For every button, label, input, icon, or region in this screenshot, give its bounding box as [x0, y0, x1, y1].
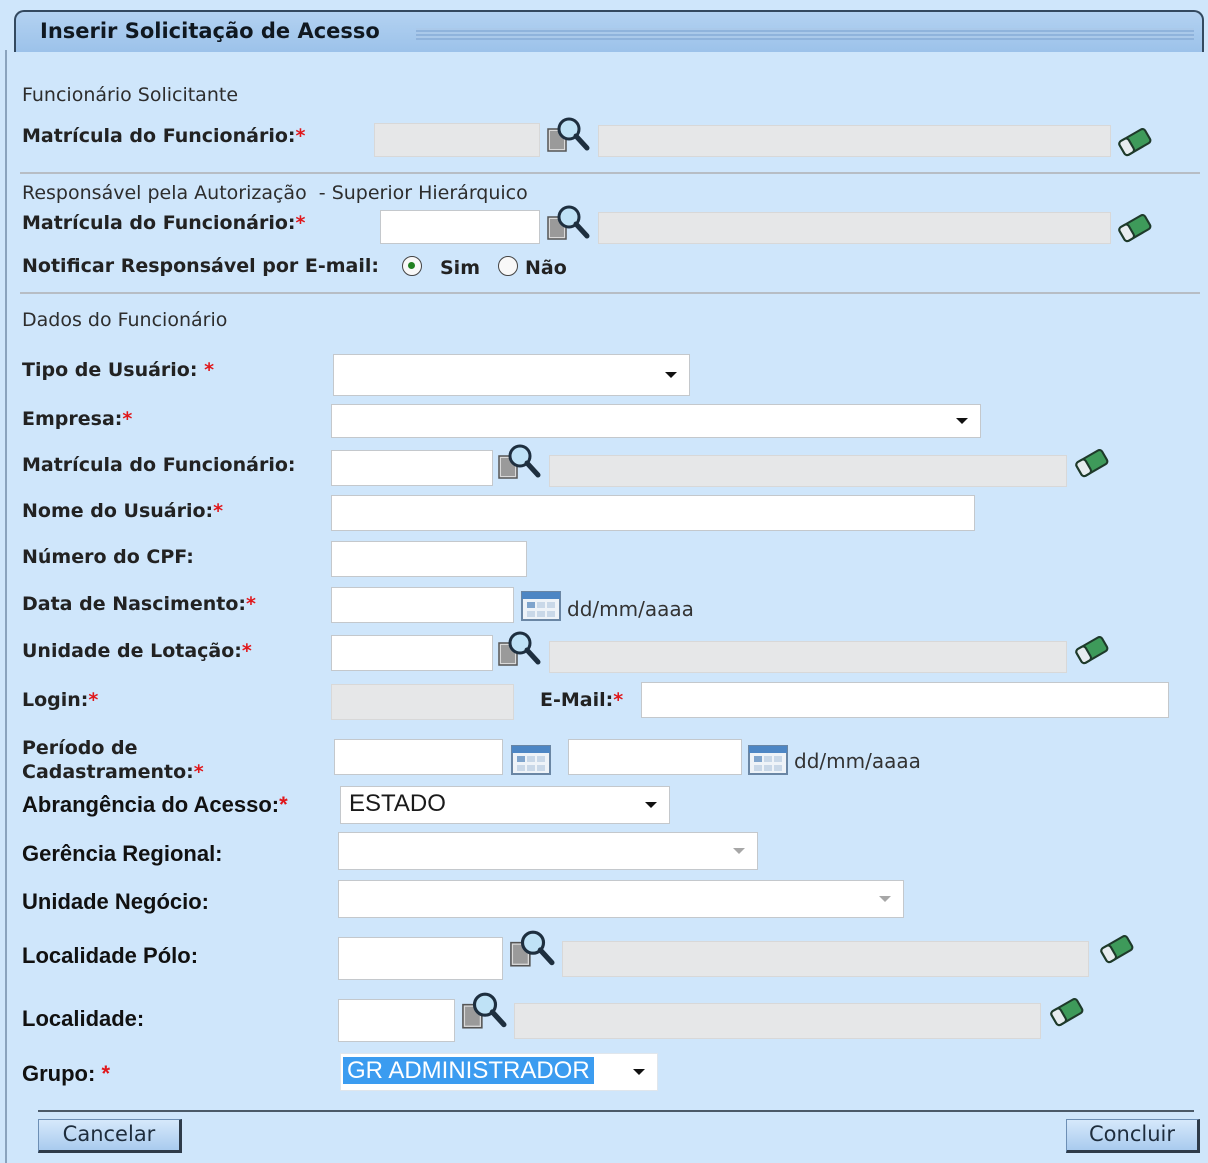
label-cpf: Número do CPF: — [22, 546, 194, 568]
nome-solicitante-field — [598, 125, 1111, 157]
section-responsavel: Responsável pela Autorização - Superior … — [22, 182, 528, 204]
concluir-button[interactable]: Concluir — [1066, 1119, 1200, 1153]
label-localidade: Localidade: — [22, 1006, 145, 1031]
footer-divider — [38, 1110, 1194, 1112]
periodo-fim-input[interactable] — [568, 739, 742, 775]
title-bar: Inserir Solicitação de Acesso — [14, 10, 1204, 52]
cancel-button[interactable]: Cancelar — [38, 1119, 182, 1153]
login-input — [331, 684, 514, 720]
localidade-input[interactable] — [338, 999, 455, 1042]
divider — [20, 172, 1200, 174]
label-sim: Sim — [440, 257, 480, 279]
grupo-select[interactable]: GR ADMINISTRADOR — [340, 1053, 658, 1091]
search-icon[interactable] — [461, 991, 509, 1033]
nome-localidade-field — [514, 1003, 1041, 1039]
eraser-icon[interactable] — [1115, 210, 1157, 246]
nome-responsavel-field — [598, 212, 1111, 244]
unidade-negocio-select[interactable] — [338, 880, 904, 918]
calendar-icon[interactable] — [521, 591, 561, 621]
periodo-inicio-input[interactable] — [334, 739, 503, 775]
section-solicitante: Funcionário Solicitante — [22, 84, 239, 106]
eraser-icon[interactable] — [1072, 632, 1114, 668]
label-data-nascimento: Data de Nascimento:* — [22, 593, 256, 615]
nome-usuario-input[interactable] — [331, 495, 975, 531]
email-input[interactable] — [641, 682, 1169, 718]
matricula-funcionario-input[interactable] — [331, 450, 493, 486]
label-login: Login:* — [22, 689, 99, 711]
label-nome-usuario: Nome do Usuário:* — [22, 500, 224, 522]
label-matricula-responsavel: Matrícula do Funcionário:* — [22, 212, 306, 234]
search-icon[interactable] — [497, 443, 543, 483]
label-gerencia: Gerência Regional: — [22, 841, 223, 866]
label-abrangencia: Abrangência do Acesso:* — [22, 792, 288, 817]
gerencia-select[interactable] — [338, 832, 758, 870]
label-grupo: Grupo: * — [22, 1061, 111, 1086]
search-icon[interactable] — [497, 630, 543, 670]
label-periodo-1: Período de — [22, 737, 138, 759]
label-empresa: Empresa:* — [22, 408, 133, 430]
matricula-solicitante-input[interactable] — [374, 123, 540, 157]
label-notificar: Notificar Responsável por E-mail: — [22, 255, 379, 277]
abrangencia-value: ESTADO — [349, 790, 446, 817]
date-format-hint: dd/mm/aaaa — [567, 597, 694, 621]
date-format-hint: dd/mm/aaaa — [794, 749, 921, 773]
label-nao: Não — [525, 257, 567, 279]
unidade-lotacao-input[interactable] — [331, 635, 493, 671]
label-localidade-polo: Localidade Pólo: — [22, 943, 199, 968]
label-matricula-solicitante: Matrícula do Funcionário:* — [22, 125, 306, 147]
nome-unidade-lotacao-field — [549, 641, 1067, 673]
eraser-icon[interactable] — [1047, 993, 1089, 1031]
search-icon[interactable] — [509, 929, 557, 971]
data-nascimento-input[interactable] — [331, 587, 514, 623]
nome-localidade-polo-field — [562, 941, 1089, 977]
empresa-select[interactable] — [331, 404, 981, 438]
matricula-responsavel-input[interactable] — [380, 210, 540, 244]
radio-sim[interactable] — [402, 256, 422, 276]
title-stripe — [416, 28, 1194, 40]
eraser-icon[interactable] — [1115, 124, 1157, 160]
section-dados: Dados do Funcionário — [22, 309, 228, 331]
eraser-icon[interactable] — [1097, 930, 1139, 968]
radio-nao[interactable] — [498, 256, 518, 276]
localidade-polo-input[interactable] — [338, 937, 503, 980]
tipo-usuario-select[interactable] — [333, 354, 690, 396]
label-periodo-2: Cadastramento:* — [22, 761, 204, 783]
search-icon[interactable] — [546, 116, 592, 156]
divider — [20, 292, 1200, 294]
grupo-value: GR ADMINISTRADOR — [343, 1057, 594, 1084]
label-matricula-funcionario: Matrícula do Funcionário: — [22, 454, 296, 476]
label-unidade-lotacao: Unidade de Lotação:* — [22, 640, 252, 662]
search-icon[interactable] — [546, 204, 592, 244]
label-tipo-usuario: Tipo de Usuário: * — [22, 359, 215, 381]
label-email: E-Mail:* — [540, 689, 624, 711]
calendar-icon[interactable] — [511, 745, 551, 775]
abrangencia-select[interactable]: ESTADO — [340, 786, 670, 824]
page-title: Inserir Solicitação de Acesso — [40, 19, 380, 43]
left-border — [5, 50, 7, 1163]
calendar-icon[interactable] — [748, 745, 788, 775]
eraser-icon[interactable] — [1072, 445, 1114, 481]
label-unidade-negocio: Unidade Negócio: — [22, 889, 210, 914]
nome-funcionario-field — [549, 455, 1067, 487]
cpf-input[interactable] — [331, 541, 527, 577]
